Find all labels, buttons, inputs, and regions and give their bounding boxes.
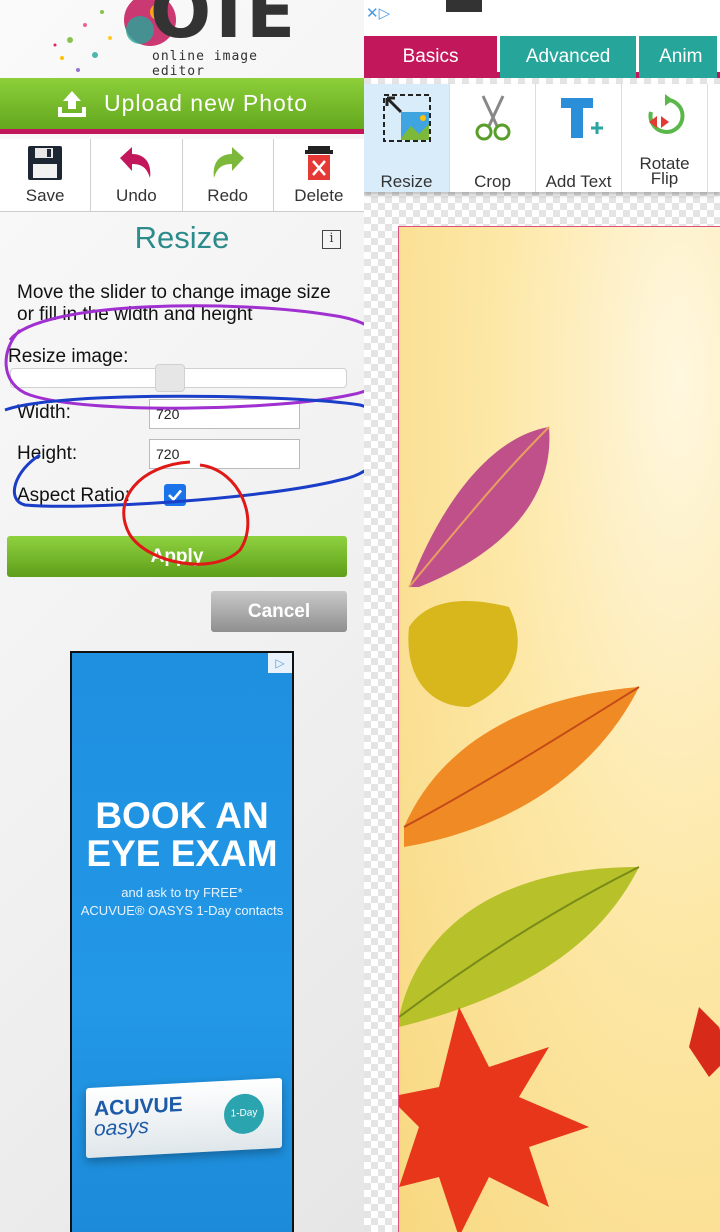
left-panel: OIE online image editor Upload new Photo… xyxy=(0,0,364,1232)
undo-button[interactable]: Undo xyxy=(91,139,183,211)
slider-thumb[interactable] xyxy=(155,364,185,392)
resize-slider[interactable] xyxy=(10,364,347,392)
trash-can-icon xyxy=(304,146,333,180)
delete-button[interactable]: Delete xyxy=(274,139,364,211)
resize-icon xyxy=(382,94,431,142)
text-t-icon xyxy=(560,98,603,138)
resize-description: Move the slider to change image size or … xyxy=(17,282,331,325)
apply-button[interactable]: Apply xyxy=(7,536,347,577)
ad-thumbnail xyxy=(446,0,482,12)
delete-label: Delete xyxy=(294,186,344,205)
cancel-button[interactable]: Cancel xyxy=(211,591,347,632)
resize-tool[interactable]: Resize xyxy=(364,84,450,192)
ad-subtext-1: and ask to try FREE* xyxy=(121,885,243,900)
height-input[interactable] xyxy=(149,439,300,469)
image-canvas[interactable] xyxy=(398,226,720,1232)
redo-button[interactable]: Redo xyxy=(183,139,274,211)
info-icon[interactable]: i xyxy=(322,230,341,249)
width-input[interactable] xyxy=(149,399,300,429)
advertisement[interactable]: ▷ BOOK AN EYE EXAM and ask to try FREE* … xyxy=(70,651,294,1232)
tab-advanced[interactable]: Advanced xyxy=(500,36,637,78)
undo-label: Undo xyxy=(116,186,157,205)
product-box-image: ACUVUE oasys 1-Day xyxy=(86,1077,282,1159)
rotate-tool-label: Rotate Flip xyxy=(639,155,689,188)
aspect-ratio-checkbox[interactable] xyxy=(164,484,186,506)
add-text-tool[interactable]: Add Text xyxy=(536,84,622,192)
oie-logo[interactable]: OIE online image editor xyxy=(40,0,300,79)
tab-basics[interactable]: Basics xyxy=(364,36,498,78)
logo-subtitle: online image editor xyxy=(152,49,258,79)
aspect-ratio-label: Aspect Ratio: xyxy=(17,485,130,506)
rotate-icon xyxy=(648,94,684,134)
rotate-flip-tool[interactable]: Rotate Flip xyxy=(622,84,708,192)
ad-choices-icon[interactable]: ▷ xyxy=(268,653,292,673)
ad-seal: 1-Day xyxy=(224,1092,264,1135)
height-label: Height: xyxy=(17,443,78,464)
floppy-disk-icon xyxy=(28,146,63,180)
tab-bar: Basics Advanced Anim xyxy=(364,36,720,78)
upload-icon xyxy=(58,90,87,117)
upload-photo-button[interactable]: Upload new Photo xyxy=(0,78,364,134)
ad-brand-subname: oasys xyxy=(94,1114,149,1141)
undo-arrow-icon xyxy=(120,147,151,178)
tab-animation[interactable]: Anim xyxy=(639,36,717,78)
ad-headline: BOOK AN EYE EXAM xyxy=(86,795,278,874)
editor-workspace: ✕▷ Basics Advanced Anim Resize Crop Add … xyxy=(364,0,720,1232)
add-text-tool-label: Add Text xyxy=(545,172,612,191)
width-label: Width: xyxy=(17,402,71,423)
panel-title: Resize xyxy=(134,220,230,255)
resize-image-label: Resize image: xyxy=(8,346,129,367)
save-button[interactable]: Save xyxy=(0,139,92,211)
save-label: Save xyxy=(25,186,65,205)
edit-toolbar: Save Undo Redo Delete xyxy=(0,139,364,212)
tool-strip: Resize Crop Add Text Rotate Flip xyxy=(364,84,720,192)
resize-tool-label: Resize xyxy=(380,172,433,191)
logo-mark: OIE xyxy=(150,0,300,54)
ad-subtext-2: ACUVUE® OASYS 1-Day contacts xyxy=(80,903,284,918)
checkmark-icon xyxy=(168,489,182,502)
tool-overflow xyxy=(708,84,718,192)
ad-close-icon[interactable]: ✕▷ xyxy=(366,4,406,22)
crop-tool[interactable]: Crop xyxy=(450,84,536,192)
redo-arrow-icon xyxy=(213,147,244,178)
upload-label: Upload new Photo xyxy=(104,90,308,116)
redo-label: Redo xyxy=(207,186,248,205)
crop-tool-label: Crop xyxy=(474,172,511,191)
autumn-leaves-image xyxy=(399,426,720,1232)
flip-word: Flip xyxy=(650,169,679,188)
top-ad-strip: ✕▷ xyxy=(364,0,720,36)
scissors-icon xyxy=(475,95,510,141)
